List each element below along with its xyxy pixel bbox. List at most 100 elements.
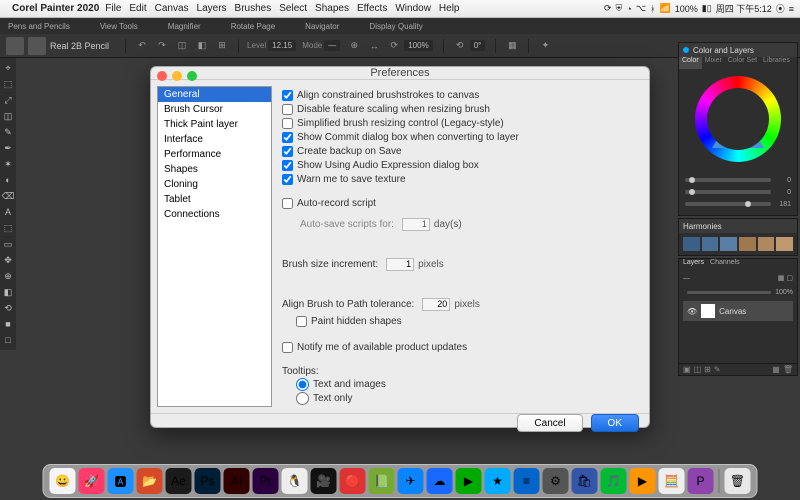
harmony-swatch[interactable] bbox=[739, 237, 756, 251]
dock-app[interactable]: ≡ bbox=[514, 468, 540, 494]
status-icon[interactable]: ⟳ bbox=[604, 3, 612, 14]
harmony-swatch[interactable] bbox=[776, 237, 793, 251]
harmony-swatch[interactable] bbox=[758, 237, 775, 251]
harmony-swatch[interactable] bbox=[683, 237, 700, 251]
dock-app[interactable]: ★ bbox=[485, 468, 511, 494]
mode-value[interactable]: — bbox=[324, 40, 340, 51]
menu-brushes[interactable]: Brushes bbox=[235, 3, 272, 14]
tool-icon[interactable]: ⬚ bbox=[1, 77, 15, 91]
tool-icon[interactable]: ◧ bbox=[1, 285, 15, 299]
dock-app[interactable]: ✈ bbox=[398, 468, 424, 494]
zoom-value[interactable]: 100% bbox=[404, 40, 432, 51]
color-panel-header[interactable]: Color and Layers bbox=[679, 43, 797, 57]
tool-icon[interactable]: ■ bbox=[1, 317, 15, 331]
opacity-slider[interactable] bbox=[687, 291, 771, 294]
dock-app[interactable]: Ai bbox=[224, 468, 250, 494]
bluetooth-icon[interactable]: ᚼ bbox=[650, 4, 655, 14]
category-item[interactable]: Tablet bbox=[158, 192, 271, 207]
rotate-icon[interactable]: ⟲ bbox=[453, 39, 467, 53]
brush-variant-icon[interactable] bbox=[28, 37, 46, 55]
tool-icon[interactable]: ◧ bbox=[195, 39, 209, 53]
dialog-titlebar[interactable]: Preferences bbox=[151, 67, 649, 80]
dock-app[interactable]: 🎥 bbox=[311, 468, 337, 494]
tool-icon[interactable]: ⊕ bbox=[347, 39, 361, 53]
menu-edit[interactable]: Edit bbox=[129, 3, 146, 14]
pref-checkbox[interactable] bbox=[282, 90, 293, 101]
zoom-icon[interactable] bbox=[187, 71, 197, 81]
tool-icon[interactable]: ◐ bbox=[1, 173, 15, 187]
category-item[interactable]: Performance bbox=[158, 147, 271, 162]
category-item[interactable]: Interface bbox=[158, 132, 271, 147]
dock-app[interactable]: 🛍 bbox=[572, 468, 598, 494]
menu-layers[interactable]: Layers bbox=[197, 3, 227, 14]
dock-app[interactable]: Ae bbox=[166, 468, 192, 494]
tool-icon[interactable]: ▭ bbox=[1, 237, 15, 251]
tool-icon[interactable]: ⌫ bbox=[1, 189, 15, 203]
pref-checkbox[interactable] bbox=[282, 146, 293, 157]
tool-icon[interactable]: ↔ bbox=[367, 39, 381, 53]
dock-app[interactable]: 🎵 bbox=[601, 468, 627, 494]
dock-app[interactable]: ▶ bbox=[630, 468, 656, 494]
secondary-group[interactable]: Magnifier bbox=[168, 22, 201, 31]
color-tab[interactable]: Color Set bbox=[725, 57, 760, 69]
spotlight-icon[interactable]: ⦿ bbox=[776, 2, 785, 15]
menu-file[interactable]: File bbox=[105, 3, 121, 14]
category-item[interactable]: Thick Paint layer bbox=[158, 117, 271, 132]
tooltip-radio-textonly[interactable] bbox=[296, 392, 309, 405]
close-icon[interactable] bbox=[157, 71, 167, 81]
layer-action-icon[interactable]: ⊞ bbox=[704, 365, 711, 374]
layer-icon[interactable]: ▦ bbox=[778, 274, 785, 282]
undo-icon[interactable]: ↶ bbox=[135, 39, 149, 53]
harmonies-header[interactable]: Harmonies bbox=[679, 219, 797, 233]
channels-tab[interactable]: Channels bbox=[710, 259, 740, 271]
tool-icon[interactable]: ◫ bbox=[175, 39, 189, 53]
tool-icon[interactable]: ⊕ bbox=[1, 269, 15, 283]
status-icon[interactable]: ⛨ bbox=[616, 3, 623, 14]
nav-icon[interactable]: ▦ bbox=[505, 39, 519, 53]
tool-icon[interactable]: A bbox=[1, 205, 15, 219]
new-layer-icon[interactable]: ▦ bbox=[772, 365, 780, 374]
aligntol-input[interactable] bbox=[422, 298, 450, 311]
category-item[interactable]: General bbox=[158, 87, 271, 102]
dock-app[interactable]: ⚙ bbox=[543, 468, 569, 494]
blend-mode-select[interactable]: — bbox=[683, 275, 690, 282]
color-wheel[interactable] bbox=[679, 69, 797, 169]
menu-window[interactable]: Window bbox=[395, 3, 431, 14]
wifi-icon[interactable]: 📶 bbox=[660, 3, 671, 14]
tool-icon[interactable]: ⟲ bbox=[1, 301, 15, 315]
tool-icon[interactable]: ✎ bbox=[1, 125, 15, 139]
tool-icon[interactable]: □ bbox=[1, 333, 15, 347]
menu-select[interactable]: Select bbox=[279, 3, 307, 14]
dock-app[interactable]: 🚀 bbox=[79, 468, 105, 494]
tool-icon[interactable]: ✶ bbox=[1, 157, 15, 171]
dock-app[interactable]: P bbox=[688, 468, 714, 494]
dock-trash-icon[interactable]: 🗑 bbox=[725, 468, 751, 494]
secondary-group[interactable]: View Tools bbox=[100, 22, 138, 31]
color-tab[interactable]: Libraries bbox=[760, 57, 793, 69]
status-icon[interactable]: ◔ bbox=[626, 4, 631, 14]
dock-app[interactable]: Ps bbox=[195, 468, 221, 494]
notify-checkbox[interactable] bbox=[282, 342, 293, 353]
color-tab[interactable]: Color bbox=[679, 57, 702, 69]
layer-action-icon[interactable]: ✎ bbox=[714, 365, 721, 374]
dock-app[interactable]: ▶ bbox=[456, 468, 482, 494]
pref-checkbox[interactable] bbox=[282, 104, 293, 115]
layer-action-icon[interactable]: ◫ bbox=[694, 365, 702, 374]
harmony-swatch[interactable] bbox=[702, 237, 719, 251]
dock-app[interactable]: 📂 bbox=[137, 468, 163, 494]
dock-app[interactable]: Pr bbox=[253, 468, 279, 494]
secondary-group[interactable]: Display Quality bbox=[369, 22, 422, 31]
category-item[interactable]: Shapes bbox=[158, 162, 271, 177]
brush-preview-icon[interactable] bbox=[6, 37, 24, 55]
tool-icon[interactable]: ⊞ bbox=[215, 39, 229, 53]
quality-icon[interactable]: ✦ bbox=[538, 39, 552, 53]
layer-row[interactable]: 👁 Canvas bbox=[683, 301, 793, 321]
harmony-swatch[interactable] bbox=[720, 237, 737, 251]
category-list[interactable]: GeneralBrush CursorThick Paint layerInte… bbox=[157, 86, 272, 407]
tool-icon[interactable]: ⌖ bbox=[1, 61, 15, 75]
secondary-group[interactable]: Navigator bbox=[305, 22, 339, 31]
dock-app[interactable]: 🅰 bbox=[108, 468, 134, 494]
color-slider[interactable] bbox=[685, 190, 771, 194]
dock-app[interactable]: 📗 bbox=[369, 468, 395, 494]
layers-tab[interactable]: Layers bbox=[683, 259, 704, 271]
